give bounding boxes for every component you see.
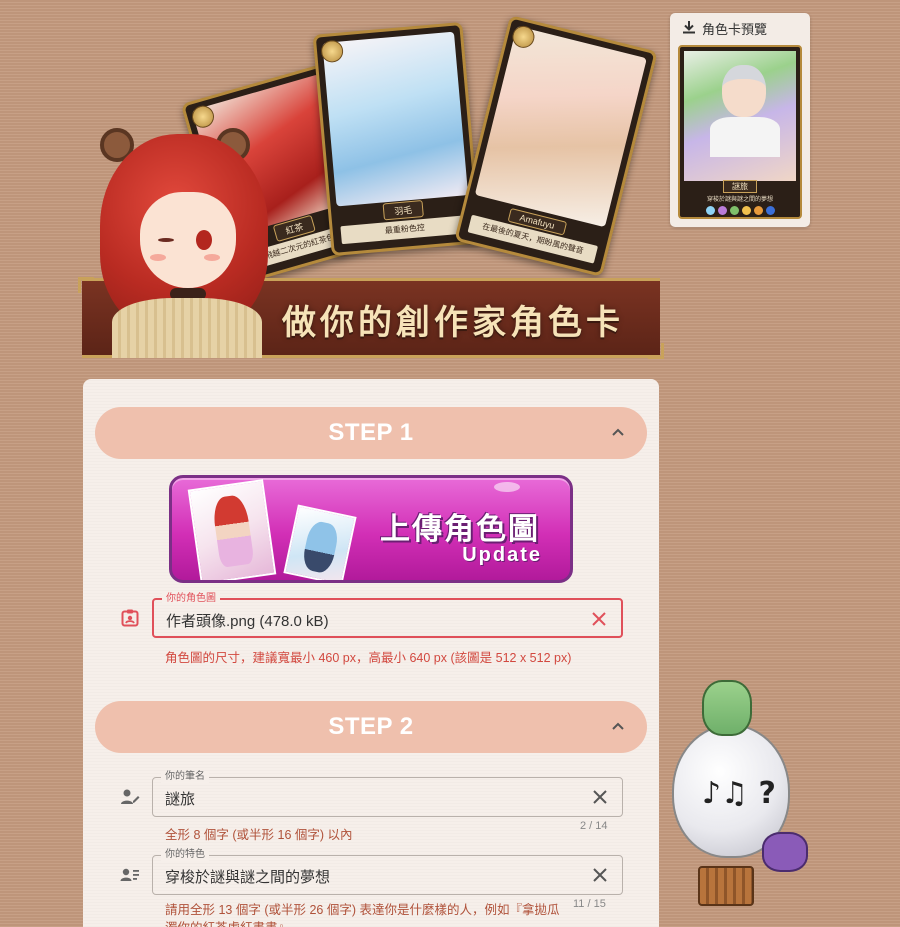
preview-card-gems — [686, 206, 794, 215]
balloon-logo: ♪♫ ? — [702, 776, 776, 811]
page-title: 做你的創作家角色卡 — [282, 303, 624, 343]
field-label: 你的特色 — [161, 849, 209, 861]
upload-character-image-button[interactable]: 上傳角色圖 Update — [169, 475, 573, 583]
gem-icon — [753, 206, 763, 215]
field-value: 謎旅 — [165, 791, 196, 808]
feature-counter: 11 / 15 — [573, 898, 606, 910]
hero-banner: 紅茶 飛越二次元的紅茶色 羽毛 最重粉色控 Amafuyu 在最後的夏天，期盼風… — [78, 10, 664, 360]
step2-header[interactable]: STEP 2 — [95, 701, 647, 753]
card-art — [474, 25, 647, 228]
sample-card-3: Amafuyu 在最後的夏天，期盼風的聲音 — [454, 15, 658, 277]
preview-download-button[interactable]: 角色卡預覽 — [670, 13, 810, 43]
pen-name-hint: 全形 8 個字 (或半形 16 個字) 以內 — [165, 828, 353, 842]
sample-image-icon — [283, 504, 357, 580]
image-size-hint: 角色圖的尺寸，建議寬最小 460 px，高最小 640 px (該圖是 512 … — [165, 651, 572, 665]
card-name: 羽毛 — [382, 200, 424, 221]
clear-icon[interactable] — [589, 609, 609, 629]
download-icon — [682, 20, 696, 37]
step2-label: STEP 2 — [328, 713, 414, 740]
feature-hint: 請用全形 13 個字 (或半形 26 個字) 表達你是什麼樣的人，例如『拿拋瓜濁… — [165, 903, 560, 927]
sample-card-2: 羽毛 最重粉色控 — [312, 21, 482, 257]
upload-title: 上傳角色圖 — [380, 512, 540, 547]
preview-title: 角色卡預覽 — [702, 21, 768, 37]
preview-card-art — [684, 51, 796, 181]
mascot-girl-illustration — [82, 128, 282, 358]
person-list-icon — [119, 864, 141, 886]
preview-card: 謎旅 穿梭於謎與謎之間的夢想 — [678, 45, 802, 219]
pen-name-counter: 2 / 14 — [580, 820, 608, 832]
gem-icon — [717, 206, 727, 215]
preview-card-name: 謎旅 — [723, 180, 757, 193]
green-creature — [702, 680, 752, 736]
field-label: 你的筆名 — [161, 771, 209, 783]
gem-icon — [765, 206, 775, 215]
card-preview-panel: 角色卡預覽 謎旅 穿梭於謎與謎之間的夢想 — [670, 13, 810, 227]
chevron-up-icon[interactable] — [607, 421, 629, 443]
person-edit-icon — [119, 786, 141, 808]
basket — [698, 866, 754, 906]
character-image-field[interactable]: 你的角色圖 作者頭像.png (478.0 kB) — [152, 593, 623, 638]
card-desc: 最重粉色控 — [340, 215, 470, 245]
form-panel: STEP 1 上傳角色圖 Update 你的角色圖 作者頭像.png (478.… — [83, 379, 659, 927]
field-label: 你的角色圖 — [162, 593, 220, 605]
sample-image-icon — [187, 479, 277, 580]
gem-icon — [741, 206, 751, 215]
field-value: 穿梭於謎與謎之間的夢想 — [165, 869, 331, 886]
gem-icon — [705, 206, 715, 215]
chevron-up-icon[interactable] — [607, 715, 629, 737]
portrait-file-icon — [119, 607, 141, 629]
purple-creature — [762, 832, 808, 872]
field-value: 作者頭像.png (478.0 kB) — [166, 613, 329, 630]
step1-label: STEP 1 — [328, 419, 414, 446]
clear-icon[interactable] — [590, 787, 610, 807]
upload-subtitle: Update — [462, 544, 542, 566]
card-art — [322, 31, 469, 207]
pen-name-field[interactable]: 你的筆名 謎旅 — [152, 771, 623, 817]
step1-header[interactable]: STEP 1 — [95, 407, 647, 459]
gem-icon — [729, 206, 739, 215]
clear-icon[interactable] — [590, 865, 610, 885]
feature-field[interactable]: 你的特色 穿梭於謎與謎之間的夢想 — [152, 849, 623, 895]
balloon-mascot-illustration: ♪♫ ? — [666, 680, 826, 920]
